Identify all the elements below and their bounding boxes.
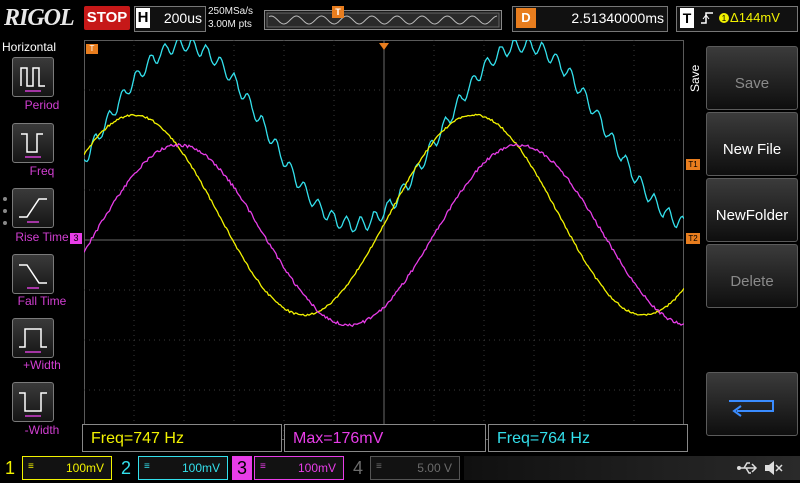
memory-overview-strip[interactable] [264, 10, 502, 30]
trigger-level-marker-t2[interactable]: T2 [686, 233, 700, 244]
channel-2-coupling-icon: ≡ [144, 458, 150, 476]
delay-label: D [516, 8, 536, 28]
memory-overview-waveform [265, 11, 501, 29]
new-folder-button[interactable]: NewFolder [706, 178, 798, 242]
channel-3-scale: 100mV [272, 456, 336, 480]
svg-text:1: 1 [722, 14, 727, 23]
delete-button[interactable]: Delete [706, 244, 798, 308]
rise-time-icon [13, 189, 53, 227]
delta-glyph: Δ [730, 10, 739, 25]
usb-icon [736, 459, 758, 477]
sample-rate: 250MSa/s [208, 5, 260, 19]
rise-time-button[interactable] [12, 188, 54, 228]
delay-value: 2.51340000ms [540, 8, 664, 28]
trigger-level-marker-t1[interactable]: T1 [686, 159, 700, 170]
period-label: Period [0, 98, 84, 112]
freq-button[interactable] [12, 123, 54, 163]
save-menu-tab-label: Save [688, 65, 702, 92]
pos-width-icon [13, 319, 53, 357]
neg-width-label: -Width [0, 423, 84, 437]
period-icon [13, 58, 53, 96]
left-menu-title: Horizontal [2, 40, 82, 54]
measurement-ch1-freq[interactable]: Freq=747 Hz [82, 424, 282, 452]
trigger-label: T [680, 8, 694, 28]
trigger-position-marker[interactable]: T [332, 6, 344, 18]
enter-return-icon [707, 373, 797, 435]
waveform-display[interactable] [84, 40, 684, 440]
timebase-value: 200us [154, 8, 202, 28]
neg-width-icon [13, 383, 53, 421]
channel-3-coupling-icon: ≡ [260, 458, 266, 476]
channel-1-number[interactable]: 1 [0, 456, 20, 480]
rising-edge-icon [700, 10, 714, 26]
pos-width-button[interactable] [12, 318, 54, 358]
channel-4-coupling-icon: ≡ [376, 458, 382, 476]
channel-1-scale: 100mV [40, 456, 104, 480]
waveform-grid [84, 40, 684, 440]
neg-width-button[interactable] [12, 382, 54, 422]
save-menu-tab: Save [688, 60, 702, 100]
measurement-ch3-max[interactable]: Max=176mV [284, 424, 486, 452]
fall-time-icon [13, 255, 53, 293]
channel-1-coupling-icon: ≡ [28, 458, 34, 476]
freq-label: Freq [0, 164, 84, 178]
trigger-marker-left[interactable]: T [86, 44, 98, 54]
channel-3-offset-marker[interactable]: 3 [70, 233, 82, 244]
period-button[interactable] [12, 57, 54, 97]
trigger-level-value: Δ144mV [730, 8, 794, 28]
channel-4-scale: 5.00 V [388, 456, 452, 480]
enter-button[interactable] [706, 372, 798, 436]
new-file-button[interactable]: New File [706, 112, 798, 176]
channel-2-scale: 100mV [156, 456, 220, 480]
trigger-source-icon: 1 [718, 10, 730, 26]
channel-2-number[interactable]: 2 [116, 456, 136, 480]
pos-width-label: +Width [0, 358, 84, 372]
trigger-position-arrow-icon [379, 38, 389, 46]
channel-4-number[interactable]: 4 [348, 456, 368, 480]
timebase-label: H [136, 8, 150, 28]
speaker-muted-icon[interactable] [762, 458, 784, 478]
freq-icon [13, 124, 53, 162]
page-indicator-dots [2, 195, 8, 231]
fall-time-button[interactable] [12, 254, 54, 294]
channel-3-number[interactable]: 3 [232, 456, 252, 480]
save-button[interactable]: Save [706, 46, 798, 110]
memory-depth: 3.00M pts [208, 18, 260, 32]
run-stop-status[interactable]: STOP [84, 6, 130, 30]
rigol-logo: RIGOL [4, 4, 82, 32]
measurement-ch2-freq[interactable]: Freq=764 Hz [488, 424, 688, 452]
fall-time-label: Fall Time [0, 294, 84, 308]
